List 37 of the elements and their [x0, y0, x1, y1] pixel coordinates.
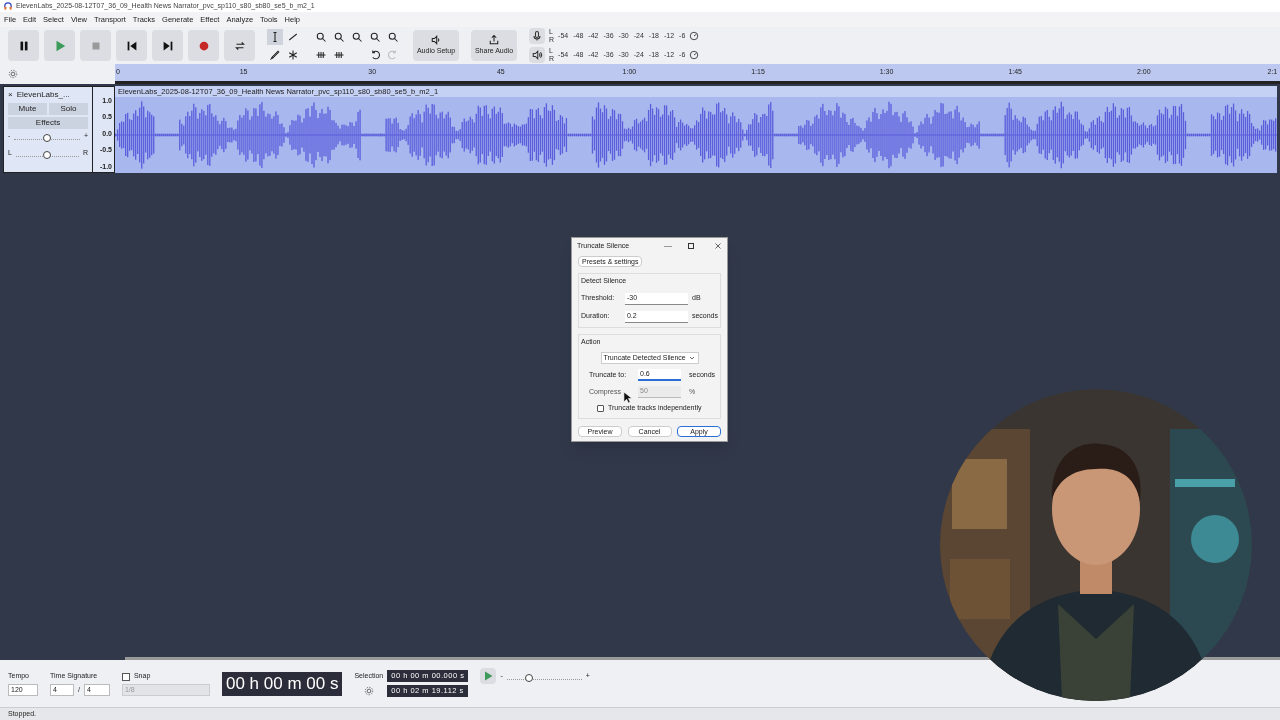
pencil-icon [269, 48, 281, 61]
gauge-icon [689, 50, 700, 60]
pan-slider-thumb[interactable] [43, 150, 52, 159]
mouse-cursor-icon [623, 391, 632, 404]
redo-icon [387, 48, 399, 61]
chevron-down-icon [687, 354, 696, 362]
speed-slider-thumb[interactable] [525, 674, 534, 682]
close-icon [714, 242, 722, 250]
microphone-icon [531, 30, 543, 42]
undo-icon [369, 48, 381, 61]
play-icon [482, 670, 495, 682]
track-name[interactable]: ElevenLabs_... [16, 89, 88, 101]
independent-checkbox[interactable] [597, 404, 604, 412]
pause-button[interactable] [8, 30, 39, 61]
gain-slider-thumb[interactable] [43, 134, 52, 143]
headphones-icon [4, 2, 12, 10]
settings-icon [363, 685, 374, 696]
asterisk-icon [287, 48, 299, 61]
time-display: 00 h 00 m 00 s [221, 671, 343, 696]
solo-button[interactable]: Solo [49, 103, 88, 115]
snap-checkbox[interactable] [121, 672, 130, 681]
loop-button[interactable] [224, 30, 255, 61]
close-icon[interactable]: × [8, 89, 13, 101]
settings-icon [8, 69, 18, 79]
skip-end-button[interactable] [152, 30, 183, 61]
upload-icon [488, 34, 500, 47]
effects-button[interactable]: Effects [8, 117, 88, 129]
play-button[interactable] [44, 30, 75, 61]
record-button[interactable] [188, 30, 219, 61]
mute-button[interactable]: Mute [8, 103, 47, 115]
speaker-icon [430, 34, 442, 47]
minimize-icon[interactable] [664, 245, 672, 247]
maximize-icon[interactable] [688, 243, 694, 249]
play-at-speed-button[interactable] [480, 668, 497, 684]
speaker-icon [531, 49, 543, 61]
skip-start-button[interactable] [116, 30, 147, 61]
gauge-icon [689, 31, 700, 41]
